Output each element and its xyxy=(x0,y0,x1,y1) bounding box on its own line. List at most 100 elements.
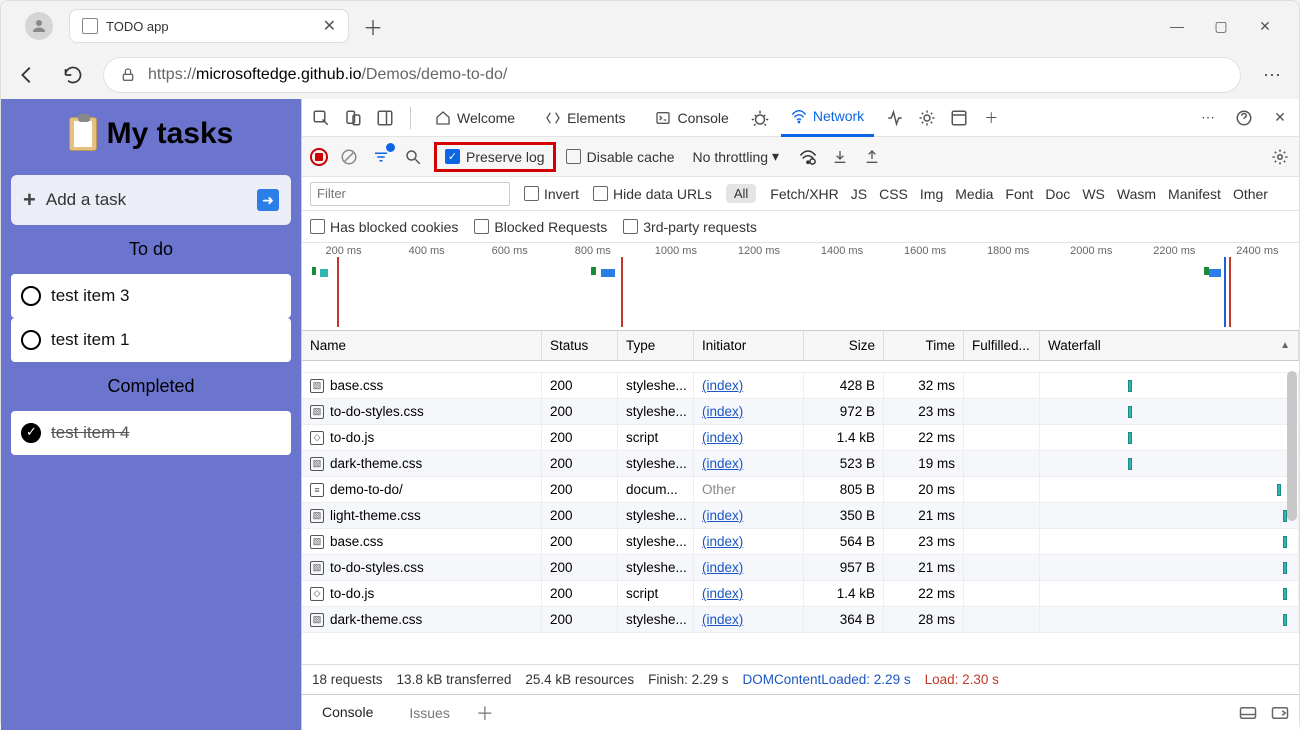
filter-media[interactable]: Media xyxy=(955,186,993,202)
checkbox-checked-icon: ✓ xyxy=(445,149,460,164)
devtools-menu-icon[interactable]: ⋯ xyxy=(1197,107,1219,129)
col-initiator[interactable]: Initiator xyxy=(694,331,804,360)
network-conditions-icon[interactable] xyxy=(797,146,819,168)
drawer-tab-console[interactable]: Console xyxy=(312,698,383,728)
third-party-checkbox[interactable]: 3rd-party requests xyxy=(623,219,757,235)
clipboard-icon xyxy=(69,117,97,151)
status-load: Load: 2.30 s xyxy=(925,672,999,687)
browser-menu-button[interactable]: ⋯ xyxy=(1255,65,1289,86)
network-settings-icon[interactable] xyxy=(1269,146,1291,168)
add-task-label: Add a task xyxy=(46,190,126,210)
file-icon: ▧ xyxy=(310,509,324,523)
address-bar[interactable]: https://microsoftedge.github.io/Demos/de… xyxy=(103,57,1241,93)
table-row[interactable]: ▧dark-theme.css200styleshe...(index)523 … xyxy=(302,451,1299,477)
check-circle-icon[interactable] xyxy=(21,423,41,443)
back-button[interactable] xyxy=(11,59,43,91)
inspect-element-icon[interactable] xyxy=(310,107,332,129)
drawer-expand-icon[interactable] xyxy=(1271,706,1289,720)
blocked-requests-checkbox[interactable]: Blocked Requests xyxy=(474,219,607,235)
table-row[interactable]: ◇to-do.js200script(index)1.4 kB22 ms xyxy=(302,581,1299,607)
blocked-cookies-checkbox[interactable]: Has blocked cookies xyxy=(310,219,458,235)
import-har-icon[interactable] xyxy=(829,146,851,168)
browser-tab[interactable]: TODO app ✕ xyxy=(69,9,349,43)
device-toggle-icon[interactable] xyxy=(342,107,364,129)
filter-font[interactable]: Font xyxy=(1005,186,1033,202)
filter-all[interactable]: All xyxy=(726,184,756,203)
table-row[interactable]: ▧light-theme.css200styleshe...(index)350… xyxy=(302,503,1299,529)
table-row[interactable]: ▧dark-theme.css200styleshe...(index)364 … xyxy=(302,607,1299,633)
refresh-button[interactable] xyxy=(57,59,89,91)
tab-console[interactable]: Console xyxy=(645,99,738,137)
filter-css[interactable]: CSS xyxy=(879,186,908,202)
dock-side-icon[interactable] xyxy=(374,107,396,129)
table-row[interactable]: ◇to-do.js200script(index)1.4 kB22 ms xyxy=(302,425,1299,451)
filter-bar-2: Has blocked cookies Blocked Requests 3rd… xyxy=(302,211,1299,243)
table-row[interactable]: ▧to-do-styles.css200styleshe...(index)95… xyxy=(302,555,1299,581)
preserve-log-checkbox[interactable]: ✓ Preserve log xyxy=(434,142,556,172)
task-label: test item 4 xyxy=(51,423,129,443)
filter-other[interactable]: Other xyxy=(1233,186,1268,202)
task-item[interactable]: test item 3 xyxy=(11,274,291,318)
table-row[interactable]: ≡demo-to-do/200docum...Other805 B20 ms xyxy=(302,477,1299,503)
tab-elements[interactable]: Elements xyxy=(535,99,635,137)
application-icon[interactable] xyxy=(948,107,970,129)
filter-wasm[interactable]: Wasm xyxy=(1117,186,1156,202)
search-icon[interactable] xyxy=(402,146,424,168)
chevron-down-icon: ▾ xyxy=(772,148,779,165)
disable-cache-checkbox[interactable]: Disable cache xyxy=(566,149,675,165)
submit-task-button[interactable]: ➜ xyxy=(257,189,279,211)
table-row[interactable]: ▧base.css200styleshe...(index)564 B23 ms xyxy=(302,529,1299,555)
new-tab-button[interactable]: ＋ xyxy=(363,12,383,41)
drawer-add-tab[interactable]: ＋ xyxy=(476,700,494,726)
col-fulfilled[interactable]: Fulfilled... xyxy=(964,331,1040,360)
tab-welcome[interactable]: Welcome xyxy=(425,99,525,137)
col-size[interactable]: Size xyxy=(804,331,884,360)
timeline-overview[interactable]: 200 ms400 ms600 ms800 ms1000 ms1200 ms14… xyxy=(302,243,1299,331)
table-row[interactable]: ▧base.css200styleshe...(index)428 B32 ms xyxy=(302,373,1299,399)
table-row[interactable]: ▧to-do-styles.css200styleshe...(index)97… xyxy=(302,399,1299,425)
export-har-icon[interactable] xyxy=(861,146,883,168)
drawer-dock-icon[interactable] xyxy=(1239,706,1257,720)
filter-js[interactable]: JS xyxy=(851,186,867,202)
task-item-done[interactable]: test item 4 xyxy=(11,411,291,455)
filter-toggle-icon[interactable] xyxy=(370,146,392,168)
minimize-button[interactable]: ― xyxy=(1167,18,1187,35)
request-table-header[interactable]: Name Status Type Initiator Size Time Ful… xyxy=(302,331,1299,361)
hide-data-urls-checkbox[interactable]: Hide data URLs xyxy=(593,186,712,202)
nav-toolbar: https://microsoftedge.github.io/Demos/de… xyxy=(1,51,1299,99)
filter-fetch/xhr[interactable]: Fetch/XHR xyxy=(770,186,838,202)
more-tabs-button[interactable]: ＋ xyxy=(980,107,1002,129)
col-name[interactable]: Name xyxy=(302,331,542,360)
filter-img[interactable]: Img xyxy=(920,186,943,202)
profile-avatar[interactable] xyxy=(25,12,53,40)
network-toolbar: ✓ Preserve log Disable cache No throttli… xyxy=(302,137,1299,177)
tab-network[interactable]: Network xyxy=(781,99,874,137)
help-icon[interactable] xyxy=(1233,107,1255,129)
invert-checkbox[interactable]: Invert xyxy=(524,186,579,202)
col-type[interactable]: Type xyxy=(618,331,694,360)
plus-icon: + xyxy=(23,187,36,213)
clear-button[interactable] xyxy=(338,146,360,168)
circle-icon[interactable] xyxy=(21,286,41,306)
file-icon: ▧ xyxy=(310,457,324,471)
close-window-button[interactable]: ✕ xyxy=(1255,18,1275,35)
col-waterfall[interactable]: Waterfall▲ xyxy=(1040,331,1299,360)
memory-icon[interactable] xyxy=(916,107,938,129)
filter-doc[interactable]: Doc xyxy=(1045,186,1070,202)
task-item[interactable]: test item 1 xyxy=(11,318,291,362)
close-tab-icon[interactable]: ✕ xyxy=(323,16,336,36)
circle-icon[interactable] xyxy=(21,330,41,350)
drawer-tab-issues[interactable]: Issues xyxy=(399,699,459,727)
record-button[interactable] xyxy=(310,148,328,166)
filter-input[interactable] xyxy=(310,182,510,206)
col-time[interactable]: Time xyxy=(884,331,964,360)
maximize-button[interactable]: ▢ xyxy=(1211,18,1231,35)
sources-bug-icon[interactable] xyxy=(749,107,771,129)
performance-icon[interactable] xyxy=(884,107,906,129)
throttling-dropdown[interactable]: No throttling ▾ xyxy=(685,145,788,168)
filter-ws[interactable]: WS xyxy=(1082,186,1105,202)
add-task-input[interactable]: + Add a task ➜ xyxy=(11,175,291,225)
col-status[interactable]: Status xyxy=(542,331,618,360)
filter-manifest[interactable]: Manifest xyxy=(1168,186,1221,202)
close-devtools-icon[interactable]: ✕ xyxy=(1269,107,1291,129)
